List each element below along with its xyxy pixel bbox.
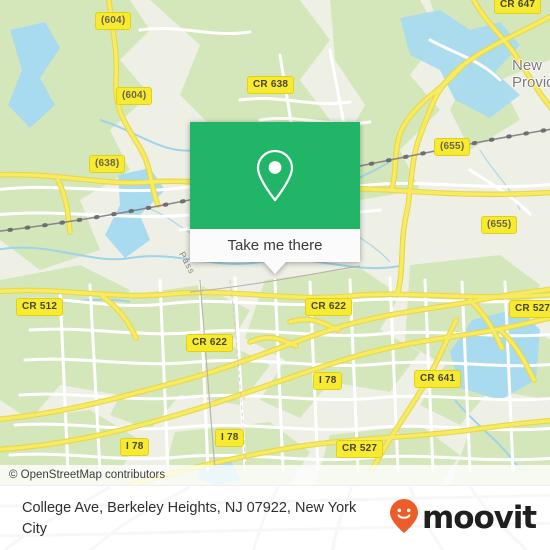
road-shield-cr-512: CR 512 [16, 298, 64, 316]
location-pin-icon [253, 148, 297, 204]
openstreetmap-attribution[interactable]: © OpenStreetMap contributors [9, 468, 165, 482]
location-popup-card[interactable]: Take me there [190, 122, 360, 274]
road-shield-cr-622b: CR 622 [186, 334, 234, 352]
road-shield-cr-527a: CR 527 [509, 300, 550, 318]
moovit-logo[interactable]: moovit [389, 498, 537, 539]
road-shield-638: (638) [89, 155, 126, 173]
map-canvas[interactable]: CR 647 (604) CR 638 (604) (655) (638) (655) CR … [0, 0, 550, 485]
road-shield-cr-647: CR 647 [494, 0, 542, 14]
moovit-map-screenshot: CR 647 (604) CR 638 (604) (655) (638) (655) CR … [0, 0, 550, 550]
moovit-smiley-pin-icon [389, 498, 419, 539]
footer-bar: College Ave, Berkeley Heights, NJ 07922,… [0, 485, 550, 550]
moovit-wordmark: moovit [422, 500, 537, 536]
road-shield-i78-a: I 78 [313, 372, 343, 390]
road-shield-cr-641: CR 641 [414, 370, 462, 388]
road-shield-604-top: (604) [95, 12, 132, 30]
road-shield-i78-b: I 78 [215, 429, 245, 447]
road-shield-604-mid: (604) [116, 87, 153, 105]
road-shield-655-top: (655) [434, 138, 471, 156]
road-shield-655-bot: (655) [481, 216, 518, 234]
road-shield-i78-c: I 78 [120, 438, 150, 456]
popup-cta-area[interactable]: Take me there [190, 229, 360, 262]
place-label-line1: New [512, 57, 543, 74]
place-label-new-providence: New Providence [512, 57, 550, 91]
map-attribution-bar: © OpenStreetMap contributors [0, 465, 550, 485]
address-text: College Ave, Berkeley Heights, NJ 07922,… [22, 499, 357, 537]
road-shield-cr-622a: CR 622 [305, 298, 353, 316]
take-me-there-label: Take me there [227, 236, 323, 254]
road-shield-cr-527b: CR 527 [336, 440, 384, 458]
popup-pin-area [190, 122, 360, 229]
popup-pointer-tail [264, 262, 286, 274]
place-label-line2: Providence [512, 74, 550, 91]
road-shield-cr-638: CR 638 [247, 76, 295, 94]
footer-content: College Ave, Berkeley Heights, NJ 07922,… [0, 486, 550, 550]
